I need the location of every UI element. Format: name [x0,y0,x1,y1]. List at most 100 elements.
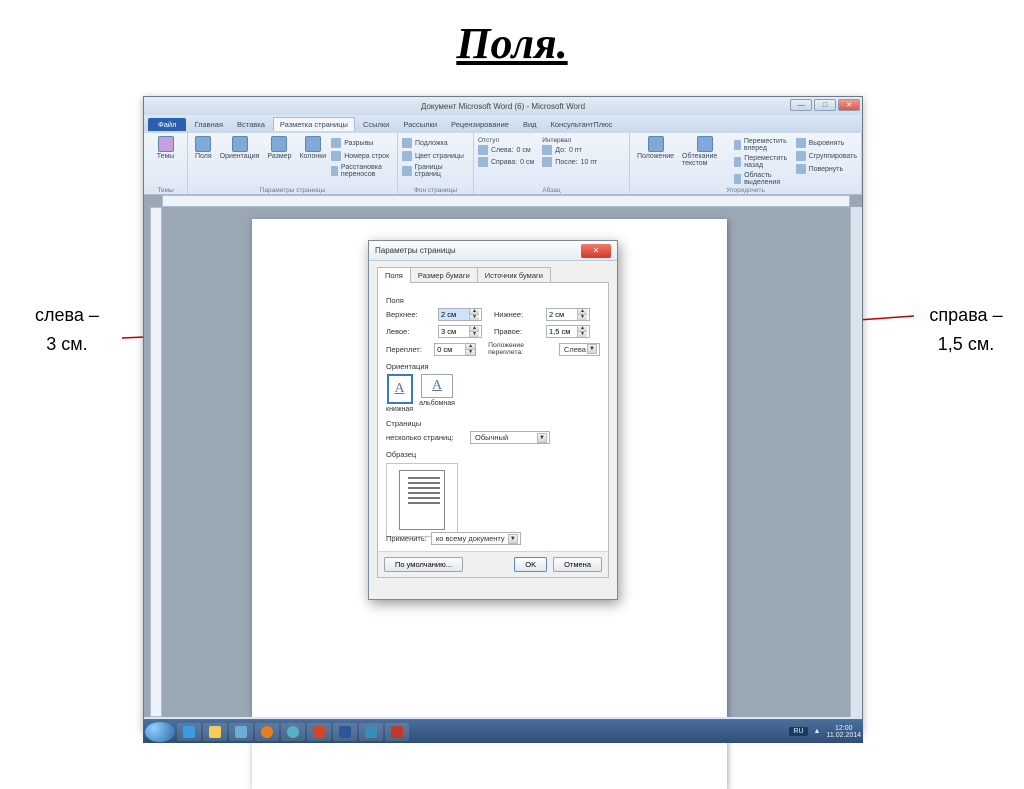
indent-left-val[interactable]: 0 см [517,147,531,154]
tab-page-layout[interactable]: Разметка страницы [273,117,355,131]
align-button[interactable]: Выровнять [796,137,857,149]
close-button[interactable]: ✕ [838,99,860,111]
orientation-landscape[interactable]: A альбомная [419,374,455,413]
taskbar-app4-icon[interactable] [385,723,409,741]
maximize-button[interactable]: □ [814,99,836,111]
line-numbers-button[interactable]: Номера строк [331,150,393,162]
position-button[interactable]: Положение [634,135,677,187]
start-button[interactable] [145,722,175,742]
dialog-titlebar: Параметры страницы ✕ [369,241,617,261]
gutter-input[interactable]: ▲▼ [434,343,476,356]
spacing-before-label: До: [555,147,566,154]
selection-pane-label: Область выделения [744,172,793,186]
hyphenation-button[interactable]: Расстановка переносов [331,163,393,179]
top-margin-input[interactable]: ▲▼ [438,308,482,321]
page-borders-button[interactable]: Границы страниц [402,163,469,179]
taskbar-ie-icon[interactable] [177,723,201,741]
taskbar-explorer-icon[interactable] [203,723,227,741]
multi-pages-val: Обычный [475,433,508,442]
rotate-button[interactable]: Повернуть [796,163,857,175]
minimize-button[interactable]: — [790,99,812,111]
gutter-pos-val: Слева [564,345,586,354]
themes-button[interactable]: Темы [148,135,183,161]
gutter-pos-label: Положение переплета: [488,342,555,356]
left-margin-label: Левое: [386,327,434,336]
sample-section-label: Образец [386,450,600,459]
default-button[interactable]: По умолчанию... [384,557,463,572]
columns-label: Колонки [299,153,326,160]
spacing-after-val[interactable]: 10 пт [581,159,598,166]
tab-home[interactable]: Главная [188,118,229,131]
page-color-button[interactable]: Цвет страницы [402,150,469,162]
themes-label: Темы [157,153,175,160]
file-tab[interactable]: Файл [148,118,186,131]
ribbon-group-themes: Темы Темы [144,133,188,194]
ok-button[interactable]: OK [514,557,547,572]
size-label: Размер [267,153,291,160]
taskbar-app1-icon[interactable] [229,723,253,741]
wrap-label: Обтекание текстом [682,153,729,167]
orientation-section-label: Ориентация [386,362,600,371]
dialog-tab-margins[interactable]: Поля [377,267,411,283]
tab-mailings[interactable]: Рассылки [397,118,443,131]
left-margin-input[interactable]: ▲▼ [438,325,482,338]
gutter-label: Переплет: [386,345,430,354]
tray-icon[interactable]: ▲ [814,728,821,735]
taskbar-date[interactable]: 11.02.2014 [826,732,861,739]
sample-preview [386,463,458,537]
cancel-button[interactable]: Отмена [553,557,602,572]
margins-button[interactable]: Поля [192,135,215,179]
group-button[interactable]: Сгруппировать [796,150,857,162]
horizontal-ruler[interactable] [162,195,850,207]
annotation-left: слева – 3 см. [12,301,122,359]
taskbar-powerpoint-icon[interactable] [307,723,331,741]
bottom-margin-input[interactable]: ▲▼ [546,308,590,321]
dialog-tab-paper[interactable]: Размер бумаги [410,267,478,283]
size-button[interactable]: Размер [264,135,294,179]
indent-left-label: Слева: [491,147,514,154]
window-titlebar: Документ Microsoft Word (6) - Microsoft … [144,97,862,115]
orientation-button[interactable]: Ориентация [217,135,263,179]
taskbar-time[interactable]: 12:00 [826,725,861,732]
indent-right-val[interactable]: 0 см [520,159,534,166]
spacing-before-val[interactable]: 0 пт [569,147,582,154]
orientation-portrait[interactable]: A книжная [386,374,413,413]
gutter-pos-dropdown[interactable]: Слева▼ [559,343,600,356]
dialog-tab-source[interactable]: Источник бумаги [477,267,551,283]
sample-page-icon [399,470,445,530]
selection-pane-button[interactable]: Область выделения [734,171,794,187]
multi-pages-label: несколько страниц: [386,433,466,442]
send-backward-button[interactable]: Переместить назад [734,154,794,170]
tab-view[interactable]: Вид [517,118,543,131]
tab-consultant[interactable]: КонсультантПлюс [545,118,619,131]
align-label: Выровнять [809,140,845,147]
spacing-heading: Интервал [542,137,597,144]
vertical-ruler[interactable] [150,207,162,717]
breaks-label: Разрывы [344,140,373,147]
annotation-left-text2: 3 см. [46,334,87,354]
columns-button[interactable]: Колонки [296,135,329,179]
tab-references[interactable]: Ссылки [357,118,395,131]
dialog-close-button[interactable]: ✕ [581,244,611,258]
ribbon-tabs: Файл Главная Вставка Разметка страницы С… [144,115,862,133]
taskbar-app3-icon[interactable] [359,723,383,741]
taskbar-app2-icon[interactable] [281,723,305,741]
rotate-label: Повернуть [809,166,844,173]
wrap-button[interactable]: Обтекание текстом [679,135,732,187]
breaks-button[interactable]: Разрывы [331,137,393,149]
position-label: Положение [637,153,674,160]
taskbar-firefox-icon[interactable] [255,723,279,741]
bring-forward-button[interactable]: Переместить вперед [734,137,794,153]
watermark-button[interactable]: Подложка [402,137,469,149]
tab-insert[interactable]: Вставка [231,118,271,131]
vertical-scrollbar[interactable] [850,207,862,717]
multi-pages-dropdown[interactable]: Обычный▼ [470,431,550,444]
right-margin-input[interactable]: ▲▼ [546,325,590,338]
tab-review[interactable]: Рецензирование [445,118,515,131]
taskbar-word-icon[interactable] [333,723,357,741]
apply-dropdown[interactable]: ко всему документу▼ [431,532,521,545]
taskbar-lang[interactable]: RU [789,727,807,736]
right-margin-label: Правое: [494,327,542,336]
slide-title: Поля. [0,18,1024,69]
line-numbers-label: Номера строк [344,153,389,160]
